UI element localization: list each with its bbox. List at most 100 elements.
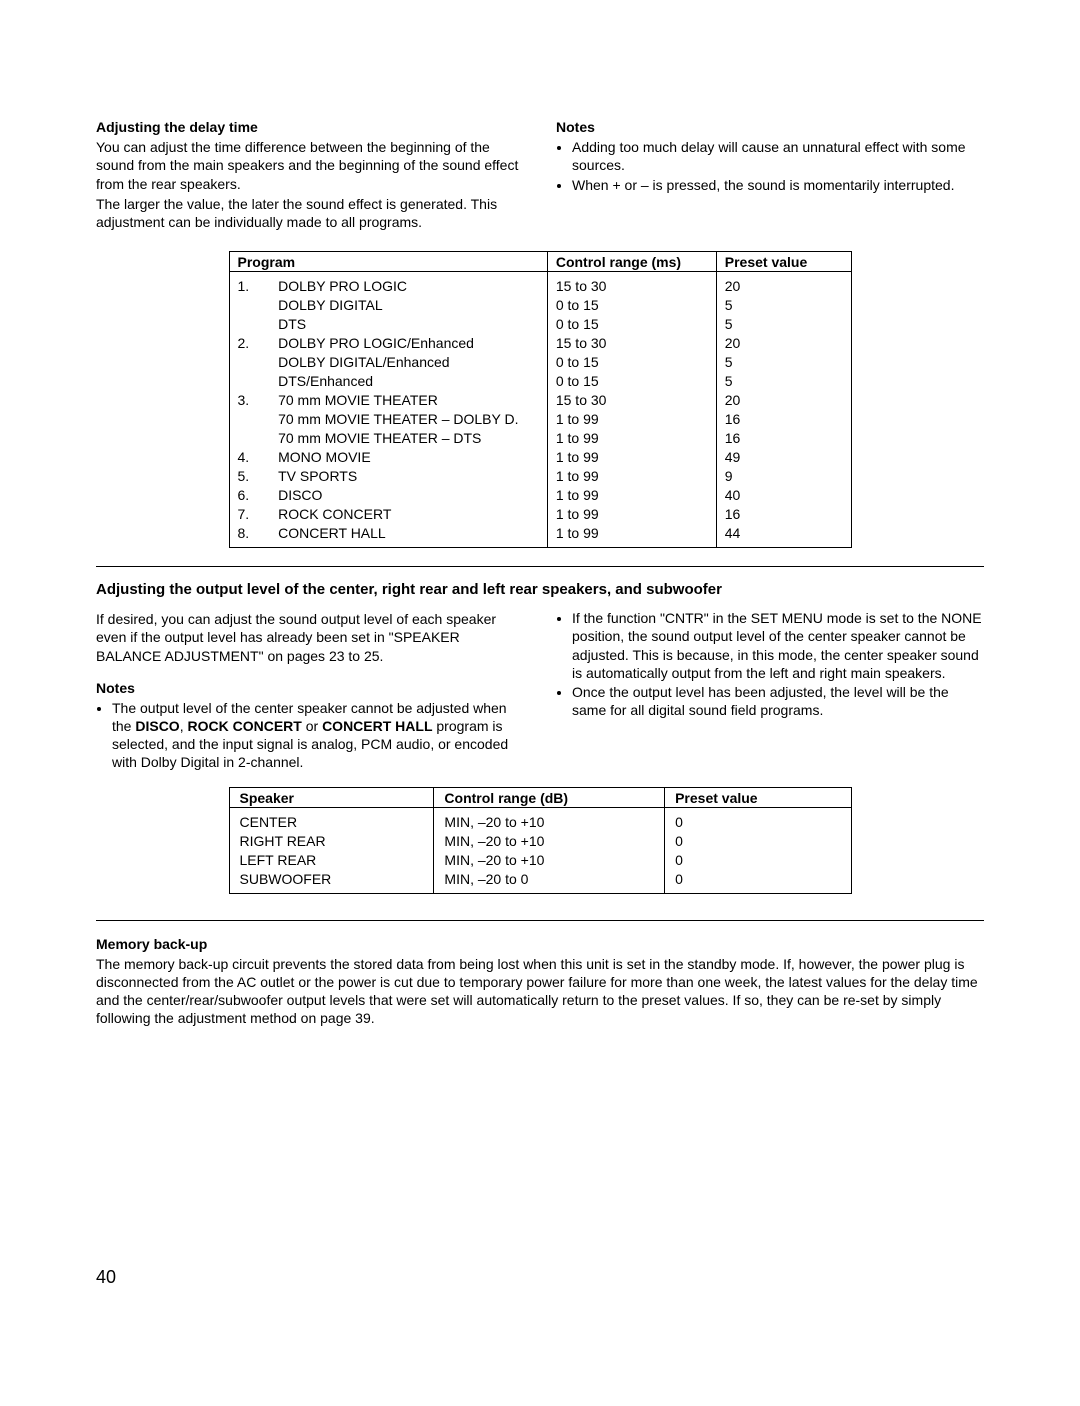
cell-program: CONCERT HALL <box>270 523 547 548</box>
table-row: 8.CONCERT HALL1 to 9944 <box>229 523 851 548</box>
cell-num: 5. <box>229 466 270 485</box>
divider-2 <box>96 920 984 921</box>
cell-speaker: LEFT REAR <box>229 850 434 869</box>
cell-range: 1 to 99 <box>547 504 716 523</box>
cell-preset: 9 <box>716 466 851 485</box>
hdr-preset: Preset value <box>716 252 851 272</box>
cell-preset: 0 <box>665 850 851 869</box>
delay-para2: The larger the value, the later the soun… <box>96 195 524 231</box>
cell-preset: 0 <box>665 807 851 831</box>
cell-num <box>229 314 270 333</box>
cell-program: 70 mm MOVIE THEATER – DOLBY D. <box>270 409 547 428</box>
table-row: DTS/Enhanced0 to 155 <box>229 371 851 390</box>
table-row: SUBWOOFERMIN, –20 to 00 <box>229 869 851 894</box>
output-note-right-1: If the function "CNTR" in the SET MENU m… <box>572 609 984 682</box>
cell-program: TV SPORTS <box>270 466 547 485</box>
output-note-left: The output level of the center speaker c… <box>112 699 524 772</box>
cell-speaker: CENTER <box>229 807 434 831</box>
cell-range: 1 to 99 <box>547 523 716 548</box>
cell-num <box>229 428 270 447</box>
cell-preset: 40 <box>716 485 851 504</box>
cell-range: 15 to 30 <box>547 333 716 352</box>
cell-range: 1 to 99 <box>547 409 716 428</box>
cell-preset: 16 <box>716 504 851 523</box>
delay-para1: You can adjust the time difference betwe… <box>96 138 524 193</box>
speaker-table: Speaker Control range (dB) Preset value … <box>229 787 852 894</box>
output-level-heading: Adjusting the output level of the center… <box>96 581 984 598</box>
cell-num <box>229 409 270 428</box>
cell-range: 1 to 99 <box>547 485 716 504</box>
delay-table-header-row: Program Control range (ms) Preset value <box>229 252 851 272</box>
cell-range: 0 to 15 <box>547 371 716 390</box>
cell-preset: 5 <box>716 314 851 333</box>
cell-num <box>229 352 270 371</box>
cell-range: 1 to 99 <box>547 466 716 485</box>
table-row: 6.DISCO1 to 9940 <box>229 485 851 504</box>
cell-program: MONO MOVIE <box>270 447 547 466</box>
delay-left-col: Adjusting the delay time You can adjust … <box>96 116 524 233</box>
cell-num: 6. <box>229 485 270 504</box>
note-bold-rock: ROCK CONCERT <box>187 718 301 734</box>
cell-range: MIN, –20 to 0 <box>434 869 665 894</box>
cell-range: 15 to 30 <box>547 390 716 409</box>
table-row: 4.MONO MOVIE1 to 9949 <box>229 447 851 466</box>
delay-note-2: When + or – is pressed, the sound is mom… <box>572 176 984 194</box>
hdr-range: Control range (ms) <box>547 252 716 272</box>
cell-program: DTS/Enhanced <box>270 371 547 390</box>
cell-range: MIN, –20 to +10 <box>434 807 665 831</box>
cell-preset: 0 <box>665 869 851 894</box>
cell-num: 1. <box>229 272 270 296</box>
cell-range: MIN, –20 to +10 <box>434 850 665 869</box>
cell-program: DOLBY DIGITAL/Enhanced <box>270 352 547 371</box>
cell-range: 15 to 30 <box>547 272 716 296</box>
cell-program: 70 mm MOVIE THEATER <box>270 390 547 409</box>
cell-preset: 5 <box>716 295 851 314</box>
table-row: DOLBY DIGITAL0 to 155 <box>229 295 851 314</box>
cell-preset: 49 <box>716 447 851 466</box>
output-note-right-2: Once the output level has been adjusted,… <box>572 683 984 719</box>
cell-preset: 20 <box>716 333 851 352</box>
cell-range: 1 to 99 <box>547 428 716 447</box>
cell-preset: 20 <box>716 272 851 296</box>
table-row: 70 mm MOVIE THEATER – DOLBY D.1 to 9916 <box>229 409 851 428</box>
cell-num: 8. <box>229 523 270 548</box>
cell-preset: 5 <box>716 371 851 390</box>
cell-range: 0 to 15 <box>547 295 716 314</box>
page-number: 40 <box>96 1267 116 1288</box>
hdr-program: Program <box>229 252 547 272</box>
delay-notes-list: Adding too much delay will cause an unna… <box>556 138 984 194</box>
table-row: 1.DOLBY PRO LOGIC15 to 3020 <box>229 272 851 296</box>
cell-program: DOLBY PRO LOGIC <box>270 272 547 296</box>
note-bold-disco: DISCO <box>135 718 179 734</box>
output-notes-hdr: Notes <box>96 679 524 697</box>
memory-backup-body: The memory back-up circuit prevents the … <box>96 955 984 1028</box>
cell-program: DOLBY DIGITAL <box>270 295 547 314</box>
memory-backup-heading: Memory back-up <box>96 935 984 953</box>
hdr-speaker: Speaker <box>229 787 434 807</box>
delay-table-wrap: Program Control range (ms) Preset value … <box>229 251 852 548</box>
manual-page: Adjusting the delay time You can adjust … <box>0 0 1080 1406</box>
cell-program: DISCO <box>270 485 547 504</box>
delay-heading: Adjusting the delay time <box>96 118 524 136</box>
output-left-col: If desired, you can adjust the sound out… <box>96 608 524 773</box>
cell-preset: 44 <box>716 523 851 548</box>
table-row: 70 mm MOVIE THEATER – DTS1 to 9916 <box>229 428 851 447</box>
cell-num: 7. <box>229 504 270 523</box>
hdr-speaker-range: Control range (dB) <box>434 787 665 807</box>
delay-time-section: Adjusting the delay time You can adjust … <box>96 116 984 233</box>
cell-range: MIN, –20 to +10 <box>434 831 665 850</box>
cell-preset: 0 <box>665 831 851 850</box>
note-text-mid2: or <box>302 718 322 734</box>
cell-preset: 16 <box>716 428 851 447</box>
table-row: CENTERMIN, –20 to +100 <box>229 807 851 831</box>
cell-preset: 5 <box>716 352 851 371</box>
table-row: 2.DOLBY PRO LOGIC/Enhanced15 to 3020 <box>229 333 851 352</box>
notes-heading: Notes <box>556 118 984 136</box>
cell-program: ROCK CONCERT <box>270 504 547 523</box>
cell-range: 1 to 99 <box>547 447 716 466</box>
divider-1 <box>96 566 984 567</box>
delay-table: Program Control range (ms) Preset value … <box>229 251 852 548</box>
cell-num <box>229 371 270 390</box>
delay-right-col: Notes Adding too much delay will cause a… <box>556 116 984 233</box>
cell-range: 0 to 15 <box>547 352 716 371</box>
